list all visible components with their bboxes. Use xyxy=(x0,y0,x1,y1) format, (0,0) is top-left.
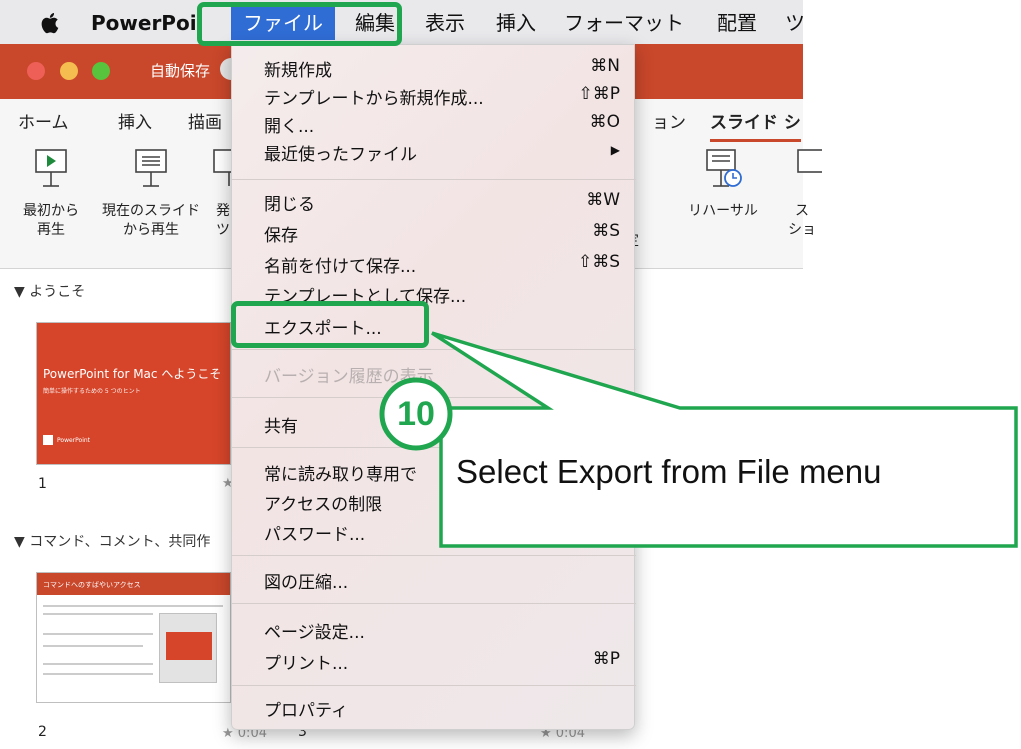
step-number-badge: 10 xyxy=(397,395,435,433)
callout-box xyxy=(379,331,1018,548)
callout-instruction-text: Select Export from File menu xyxy=(456,453,882,490)
screenshot: PowerPoi ファイル 編集 表示 挿入 フォーマット 配置 ツ 自動保存 … xyxy=(0,0,1021,749)
